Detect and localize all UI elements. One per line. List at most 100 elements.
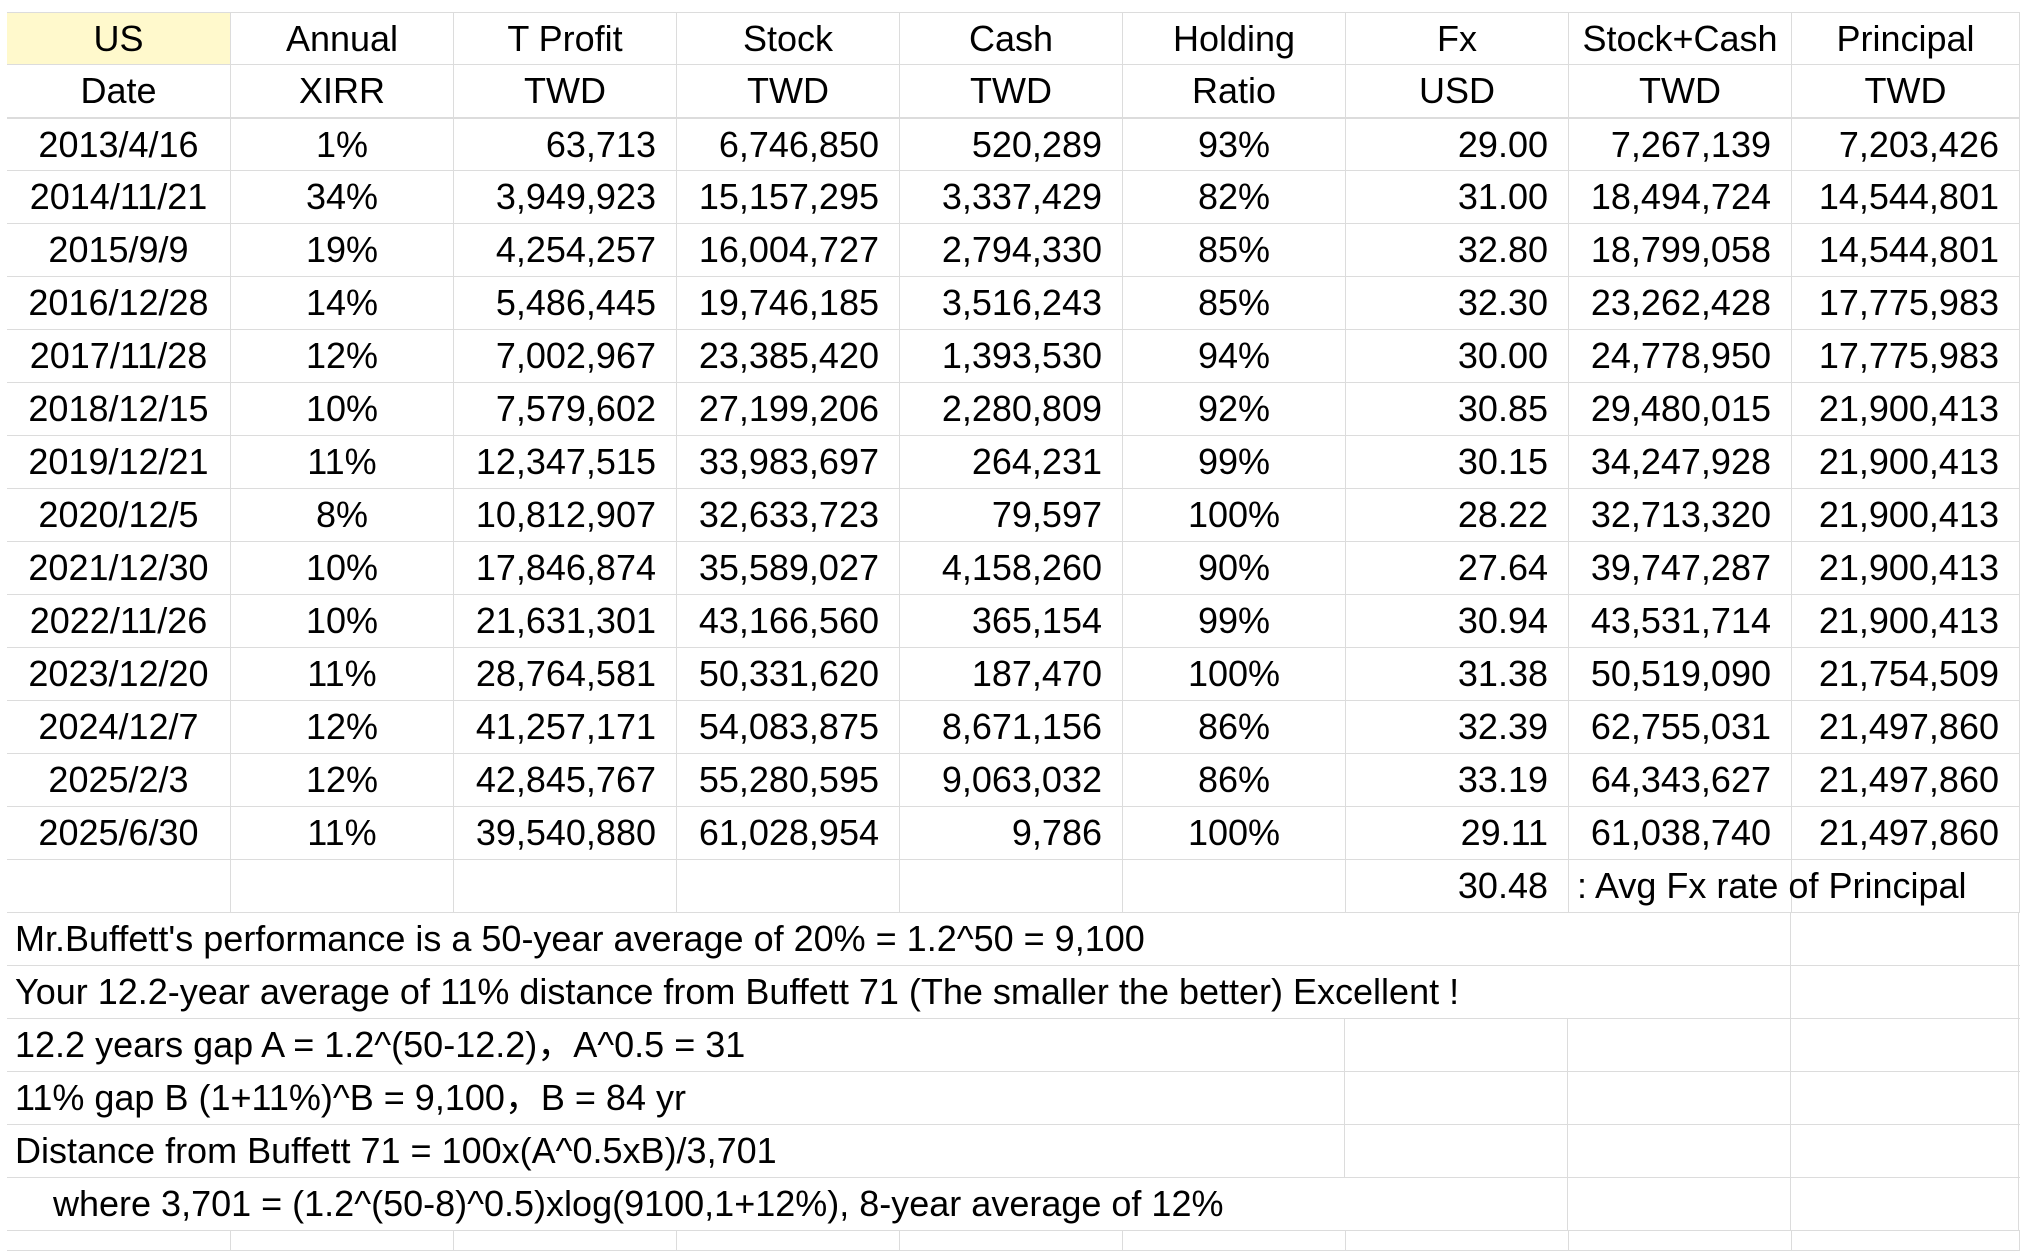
cell-date[interactable]: 2014/11/21: [7, 171, 231, 223]
cell-principal[interactable]: 7,203,426: [1792, 119, 2020, 170]
empty-cell[interactable]: [1345, 1019, 1568, 1071]
cell-stock-cash[interactable]: 50,519,090: [1569, 648, 1792, 700]
note-gap-a[interactable]: 12.2 years gap A = 1.2^(50-12.2)，A^0.5 =…: [15, 1019, 745, 1071]
empty-cell[interactable]: [454, 1231, 677, 1251]
header-cell-usd[interactable]: USD: [1346, 65, 1569, 117]
cell-holding-ratio[interactable]: 86%: [1123, 701, 1346, 753]
cell-xirr[interactable]: 11%: [231, 648, 454, 700]
empty-cell[interactable]: [1568, 1178, 1791, 1230]
cell-stock[interactable]: 33,983,697: [677, 436, 900, 488]
empty-cell[interactable]: [7, 1231, 231, 1251]
empty-cell[interactable]: [1791, 1072, 2019, 1124]
cell-stock-cash[interactable]: 61,038,740: [1569, 807, 1792, 859]
header-cell-us[interactable]: US: [7, 13, 231, 64]
cell-stock-cash[interactable]: 34,247,928: [1569, 436, 1792, 488]
cell-t-profit[interactable]: 17,846,874: [454, 542, 677, 594]
cell-date[interactable]: 2016/12/28: [7, 277, 231, 329]
empty-cell[interactable]: [231, 1231, 454, 1251]
empty-cell[interactable]: [1345, 1178, 1568, 1230]
empty-cell[interactable]: [1791, 1125, 2019, 1177]
cell-stock[interactable]: 55,280,595: [677, 754, 900, 806]
cell-date[interactable]: 2025/6/30: [7, 807, 231, 859]
cell-principal[interactable]: 17,775,983: [1792, 330, 2020, 382]
cell-stock-cash[interactable]: 24,778,950: [1569, 330, 1792, 382]
cell-fx[interactable]: 27.64: [1346, 542, 1569, 594]
cell-cash[interactable]: 4,158,260: [900, 542, 1123, 594]
cell-stock-cash[interactable]: 39,747,287: [1569, 542, 1792, 594]
cell-holding-ratio[interactable]: 94%: [1123, 330, 1346, 382]
cell-holding-ratio[interactable]: 90%: [1123, 542, 1346, 594]
header-cell-stock-cash[interactable]: Stock+Cash: [1569, 13, 1792, 64]
cell-fx[interactable]: 31.38: [1346, 648, 1569, 700]
note-gap-b[interactable]: 11% gap B (1+11%)^B = 9,100，B = 84 yr: [15, 1072, 686, 1124]
empty-cell[interactable]: [454, 860, 677, 912]
cell-date[interactable]: 2024/12/7: [7, 701, 231, 753]
cell-stock[interactable]: 35,589,027: [677, 542, 900, 594]
cell-stock[interactable]: 19,746,185: [677, 277, 900, 329]
cell-fx[interactable]: 32.39: [1346, 701, 1569, 753]
cell-date[interactable]: 2017/11/28: [7, 330, 231, 382]
note-buffett-performance[interactable]: Mr.Buffett's performance is a 50-year av…: [15, 913, 1145, 965]
cell-cash[interactable]: 79,597: [900, 489, 1123, 541]
cell-date[interactable]: 2018/12/15: [7, 383, 231, 435]
cell-principal[interactable]: 14,544,801: [1792, 171, 2020, 223]
empty-cell[interactable]: [1791, 966, 2019, 1018]
empty-cell[interactable]: [1122, 1072, 1345, 1124]
cell-stock[interactable]: 27,199,206: [677, 383, 900, 435]
cell-xirr[interactable]: 1%: [231, 119, 454, 170]
cell-cash[interactable]: 2,794,330: [900, 224, 1123, 276]
cell-cash[interactable]: 9,786: [900, 807, 1123, 859]
cell-date[interactable]: 2020/12/5: [7, 489, 231, 541]
empty-cell[interactable]: [1568, 913, 1791, 965]
cell-xirr[interactable]: 10%: [231, 383, 454, 435]
cell-fx[interactable]: 30.94: [1346, 595, 1569, 647]
cell-stock-cash[interactable]: 18,494,724: [1569, 171, 1792, 223]
cell-stock[interactable]: 32,633,723: [677, 489, 900, 541]
cell-fx[interactable]: 33.19: [1346, 754, 1569, 806]
cell-fx[interactable]: 30.85: [1346, 383, 1569, 435]
header-cell-twd[interactable]: TWD: [1792, 65, 2020, 117]
cell-xirr[interactable]: 8%: [231, 489, 454, 541]
cell-t-profit[interactable]: 39,540,880: [454, 807, 677, 859]
cell-date[interactable]: 2015/9/9: [7, 224, 231, 276]
cell-t-profit[interactable]: 41,257,171: [454, 701, 677, 753]
cell-xirr[interactable]: 10%: [231, 595, 454, 647]
cell-t-profit[interactable]: 12,347,515: [454, 436, 677, 488]
cell-stock[interactable]: 43,166,560: [677, 595, 900, 647]
cell-date[interactable]: 2019/12/21: [7, 436, 231, 488]
cell-principal[interactable]: 21,900,413: [1792, 383, 2020, 435]
header-cell-t-profit[interactable]: T Profit: [454, 13, 677, 64]
cell-xirr[interactable]: 34%: [231, 171, 454, 223]
empty-cell[interactable]: [7, 860, 231, 912]
cell-stock[interactable]: 50,331,620: [677, 648, 900, 700]
cell-stock[interactable]: 6,746,850: [677, 119, 900, 170]
empty-cell[interactable]: [1791, 1019, 2019, 1071]
cell-stock-cash[interactable]: 64,343,627: [1569, 754, 1792, 806]
note-distance-formula[interactable]: Distance from Buffett 71 = 100x(A^0.5xB)…: [15, 1125, 777, 1177]
cell-principal[interactable]: 21,497,860: [1792, 754, 2020, 806]
header-cell-twd[interactable]: TWD: [900, 65, 1123, 117]
empty-cell[interactable]: [1345, 1072, 1568, 1124]
empty-cell[interactable]: [1792, 1231, 2020, 1251]
cell-date[interactable]: 2013/4/16: [7, 119, 231, 170]
cell-stock-cash[interactable]: 18,799,058: [1569, 224, 1792, 276]
empty-cell[interactable]: [1791, 1178, 2019, 1230]
avg-fx-value[interactable]: 30.48: [1346, 860, 1569, 912]
cell-date[interactable]: 2021/12/30: [7, 542, 231, 594]
cell-xirr[interactable]: 19%: [231, 224, 454, 276]
cell-cash[interactable]: 1,393,530: [900, 330, 1123, 382]
cell-principal[interactable]: 21,497,860: [1792, 807, 2020, 859]
cell-stock-cash[interactable]: 7,267,139: [1569, 119, 1792, 170]
cell-stock[interactable]: 54,083,875: [677, 701, 900, 753]
empty-cell[interactable]: [1568, 1072, 1791, 1124]
cell-xirr[interactable]: 14%: [231, 277, 454, 329]
empty-cell[interactable]: [1122, 1125, 1345, 1177]
cell-cash[interactable]: 3,337,429: [900, 171, 1123, 223]
empty-cell[interactable]: [1568, 1125, 1791, 1177]
empty-cell[interactable]: [1568, 966, 1791, 1018]
cell-fx[interactable]: 29.00: [1346, 119, 1569, 170]
cell-fx[interactable]: 30.00: [1346, 330, 1569, 382]
cell-cash[interactable]: 264,231: [900, 436, 1123, 488]
cell-xirr[interactable]: 10%: [231, 542, 454, 594]
cell-date[interactable]: 2023/12/20: [7, 648, 231, 700]
